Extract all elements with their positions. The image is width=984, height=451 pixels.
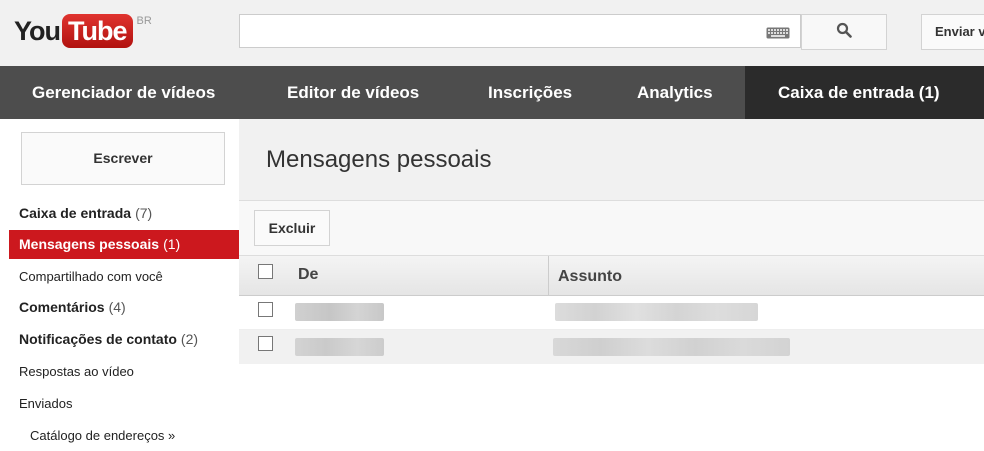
page-title: Mensagens pessoais — [266, 146, 492, 173]
sidebar-item-count: (2) — [180, 331, 199, 347]
sidebar-item-personal-messages[interactable]: Mensagens pessoais (1) — [9, 230, 239, 259]
sidebar-item-shared-with-you[interactable]: Compartilhado com você — [9, 262, 239, 291]
redacted-subject — [553, 338, 790, 356]
sidebar-item-label: Caixa de entrada — [19, 205, 132, 221]
upload-button[interactable]: Enviar v — [921, 14, 984, 50]
sidebar-item-sent[interactable]: Enviados — [9, 389, 239, 418]
nav-tab-analytics[interactable]: Analytics — [606, 66, 745, 119]
redacted-subject — [555, 303, 758, 321]
keyboard-icon[interactable] — [766, 26, 790, 39]
compose-button[interactable]: Escrever — [21, 132, 225, 185]
sidebar-item-contact-notifications[interactable]: Notificações de contato (2) — [9, 325, 239, 354]
table-row[interactable] — [239, 330, 984, 364]
column-header-from[interactable]: De — [298, 266, 318, 284]
row-checkbox[interactable] — [258, 336, 273, 351]
sidebar-item-label: Respostas ao vídeo — [19, 364, 134, 379]
logo-region-label: BR — [136, 15, 152, 27]
studio-nav-bar: Gerenciador de vídeos Editor de vídeos I… — [0, 66, 984, 119]
column-header-subject[interactable]: Assunto — [558, 268, 622, 286]
column-divider — [548, 256, 549, 296]
redacted-sender — [295, 303, 384, 321]
row-checkbox[interactable] — [258, 302, 273, 317]
nav-tab-subscriptions[interactable]: Inscrições — [458, 66, 606, 119]
delete-button[interactable]: Excluir — [254, 210, 330, 246]
sidebar-item-label: Catálogo de endereços » — [30, 428, 176, 443]
sidebar-item-label: Comentários — [19, 299, 105, 315]
sidebar-item-count: (7) — [135, 205, 153, 221]
search-icon — [836, 22, 852, 43]
content-header: Mensagens pessoais — [239, 119, 984, 201]
search-button[interactable] — [801, 14, 887, 50]
message-toolbar: Excluir — [239, 201, 984, 255]
youtube-logo[interactable]: You Tube BR — [14, 14, 152, 48]
nav-tab-video-editor[interactable]: Editor de vídeos — [258, 66, 458, 119]
sidebar-item-comments[interactable]: Comentários (4) — [9, 293, 239, 322]
sidebar-item-label: Notificações de contato — [19, 331, 177, 347]
table-header: De Assunto — [239, 255, 984, 296]
sidebar-item-label: Enviados — [19, 396, 73, 411]
redacted-sender — [295, 338, 384, 356]
sidebar-item-video-responses[interactable]: Respostas ao vídeo — [9, 357, 239, 386]
sidebar-item-label: Compartilhado com você — [19, 269, 163, 284]
sidebar-item-address-book[interactable]: Catálogo de endereços » — [9, 421, 239, 450]
sidebar-item-count: (4) — [108, 299, 126, 315]
select-all-checkbox[interactable] — [258, 264, 273, 279]
search-input[interactable] — [239, 14, 801, 48]
logo-tube-text: Tube — [62, 14, 133, 48]
sidebar-item-label: Mensagens pessoais — [19, 236, 160, 252]
sidebar-item-count: (1) — [163, 236, 181, 252]
masthead: You Tube BR Enviar v — [0, 0, 984, 66]
table-row[interactable] — [239, 296, 984, 330]
sidebar-item-inbox[interactable]: Caixa de entrada (7) — [9, 199, 239, 228]
nav-tab-inbox[interactable]: Caixa de entrada (1) — [745, 66, 984, 119]
logo-you-text: You — [14, 16, 61, 46]
nav-tab-video-manager[interactable]: Gerenciador de vídeos — [0, 66, 258, 119]
